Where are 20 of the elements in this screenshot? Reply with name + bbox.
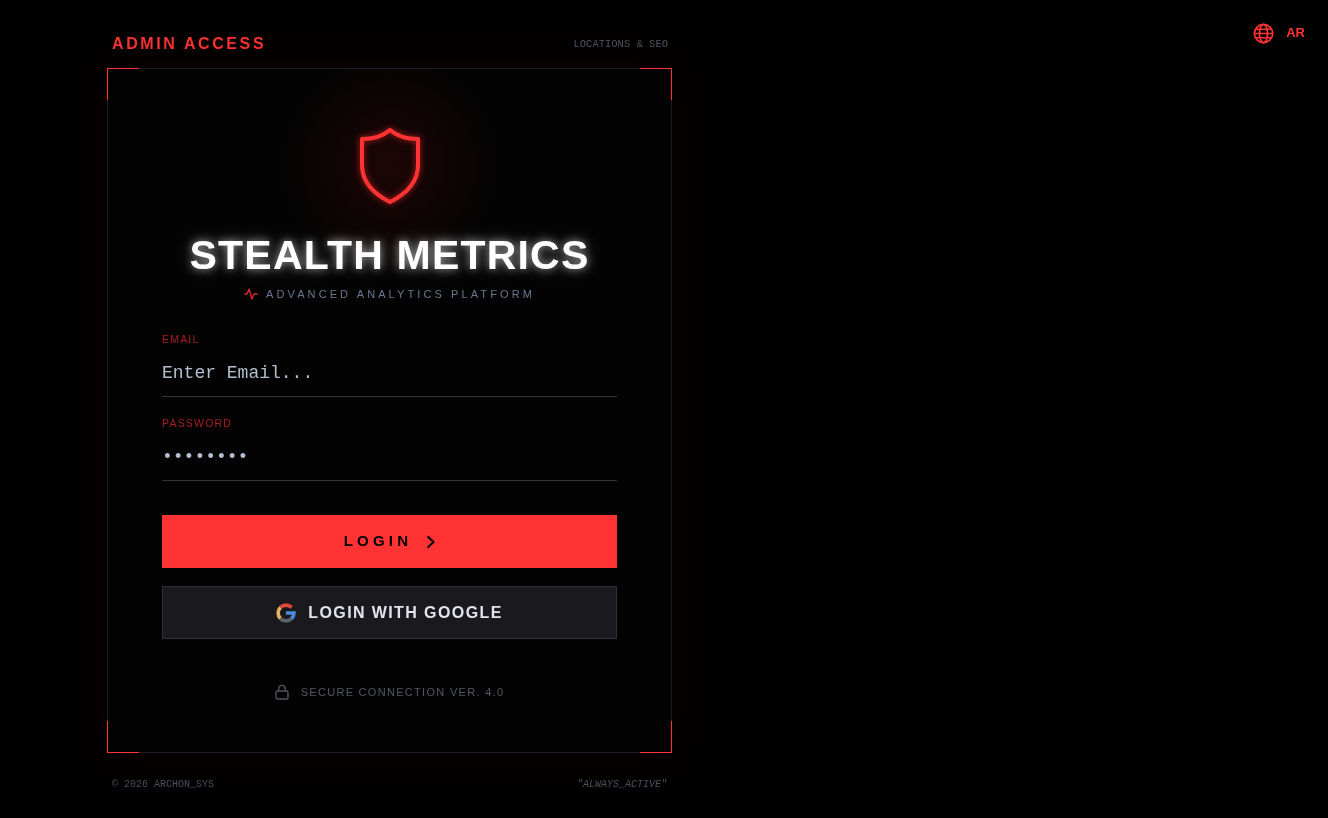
security-note: SECURE CONNECTION VER. 4.0 <box>300 685 505 700</box>
lock-icon <box>274 684 289 700</box>
login-button[interactable]: LOGIN <box>162 515 617 568</box>
field-label: EMAIL <box>162 332 201 346</box>
pulse-icon <box>244 287 259 301</box>
copyright-text: © 2026 ARCHON_SYS <box>112 778 215 792</box>
shield-icon <box>357 127 422 205</box>
section-caption: LOCATIONS & SEO <box>573 37 668 52</box>
google-login-button[interactable]: LOGIN WITH GOOGLE <box>162 586 617 639</box>
input-field[interactable]: •••••••• <box>162 434 617 481</box>
language-button[interactable]: AR <box>1253 22 1305 44</box>
motto-text: "ALWAYS_ACTIVE" <box>577 778 667 792</box>
globe-icon <box>1253 22 1275 44</box>
input-field[interactable]: Enter Email... <box>162 350 617 397</box>
google-icon <box>276 602 297 623</box>
field-label: PASSWORD <box>162 416 234 430</box>
page-heading: ADMIN ACCESS <box>112 34 267 54</box>
tagline: ADVANCED ANALYTICS PLATFORM <box>266 287 535 301</box>
chevron-right-icon <box>426 534 436 549</box>
brand-title: STEALTH METRICS <box>189 231 590 279</box>
